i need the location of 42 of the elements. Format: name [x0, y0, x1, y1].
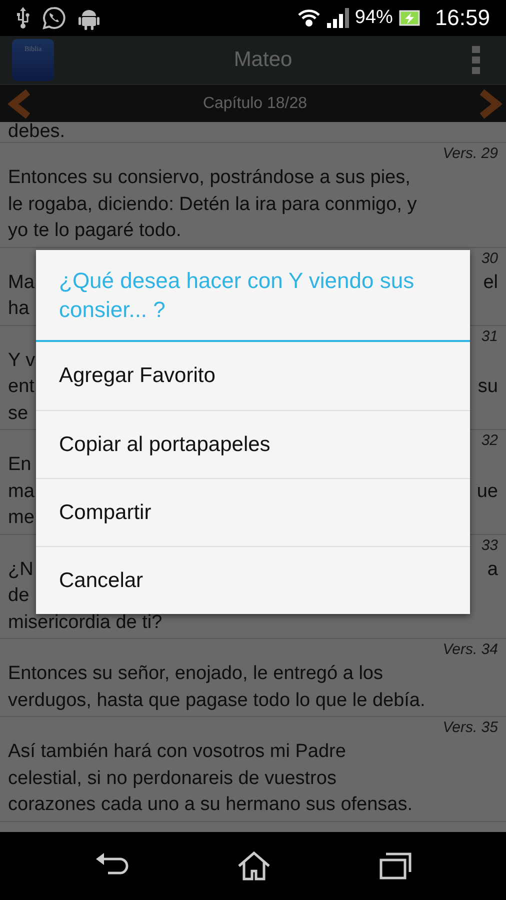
book-title: Mateo	[232, 48, 294, 72]
signal-icon	[326, 8, 349, 28]
battery-charging-icon	[398, 9, 421, 27]
verse-text-fragment: En	[8, 453, 32, 477]
chat-bubble-icon	[42, 6, 66, 30]
verse-text: Entonces su señor, enojado, le entregó a los verdugos, hasta que pagase todo lo que le debía.	[8, 662, 426, 712]
clock: 16:59	[434, 5, 490, 31]
home-icon[interactable]	[236, 851, 271, 881]
verse-text-fragment: Y v	[8, 348, 36, 372]
verse-text: debes.	[0, 122, 506, 143]
verse-text-fragment: ¿N	[8, 558, 34, 582]
overflow-menu-icon[interactable]	[472, 46, 480, 74]
recent-apps-icon[interactable]	[378, 852, 412, 880]
verse-number: Vers. 29	[442, 145, 498, 162]
verse-text-fragment: ent	[8, 375, 34, 399]
verse-text: Entonces su consiervo, postrándose a sus pies, le rogaba, diciendo: Detén la ira para conmigo, y yo te lo pagaré todo.	[8, 166, 418, 243]
battery-percentage: 94%	[354, 7, 393, 29]
verse-text-fragment: de	[8, 584, 30, 608]
usb-icon	[16, 7, 30, 29]
verse-text-fragment: se	[8, 402, 28, 426]
verse-number: 31	[481, 328, 498, 344]
verse-number: 30	[481, 250, 498, 266]
verse-number: 32	[481, 432, 498, 449]
wifi-icon	[296, 7, 321, 29]
verse-text-fragment: Ma	[8, 270, 34, 294]
verse-number: Vers. 34	[442, 641, 498, 658]
verse-text-fragment: su	[478, 375, 498, 399]
verse-text-fragment: me	[8, 506, 34, 530]
verse-text-fragment: ue	[476, 480, 498, 504]
chapter-title: Capítulo 18/28	[202, 94, 308, 112]
verse-number: Vers. 35	[442, 719, 498, 736]
dialog-title: ¿Qué desea hacer con Y viendo sus consier... ?	[36, 250, 470, 342]
verse-text-fragment: a	[487, 558, 498, 582]
verse-number: 33	[481, 536, 498, 554]
menu-item[interactable]: Compartir	[36, 478, 470, 546]
verse-text-fragment: el	[483, 270, 498, 294]
menu-item[interactable]: Cancelar	[36, 546, 470, 614]
menu-item[interactable]: Agregar Favorito	[36, 342, 470, 410]
verse-text: Así también hará con vosotros mi Padre celestial, si no perdonareis de vuestros corazones cada uno a su hermano sus ofensas.	[8, 740, 414, 817]
verse-text-fragment: ma	[8, 480, 34, 504]
menu-item[interactable]: Copiar al portapapeles	[36, 410, 470, 478]
verse-text-fragment: ha	[8, 297, 30, 321]
